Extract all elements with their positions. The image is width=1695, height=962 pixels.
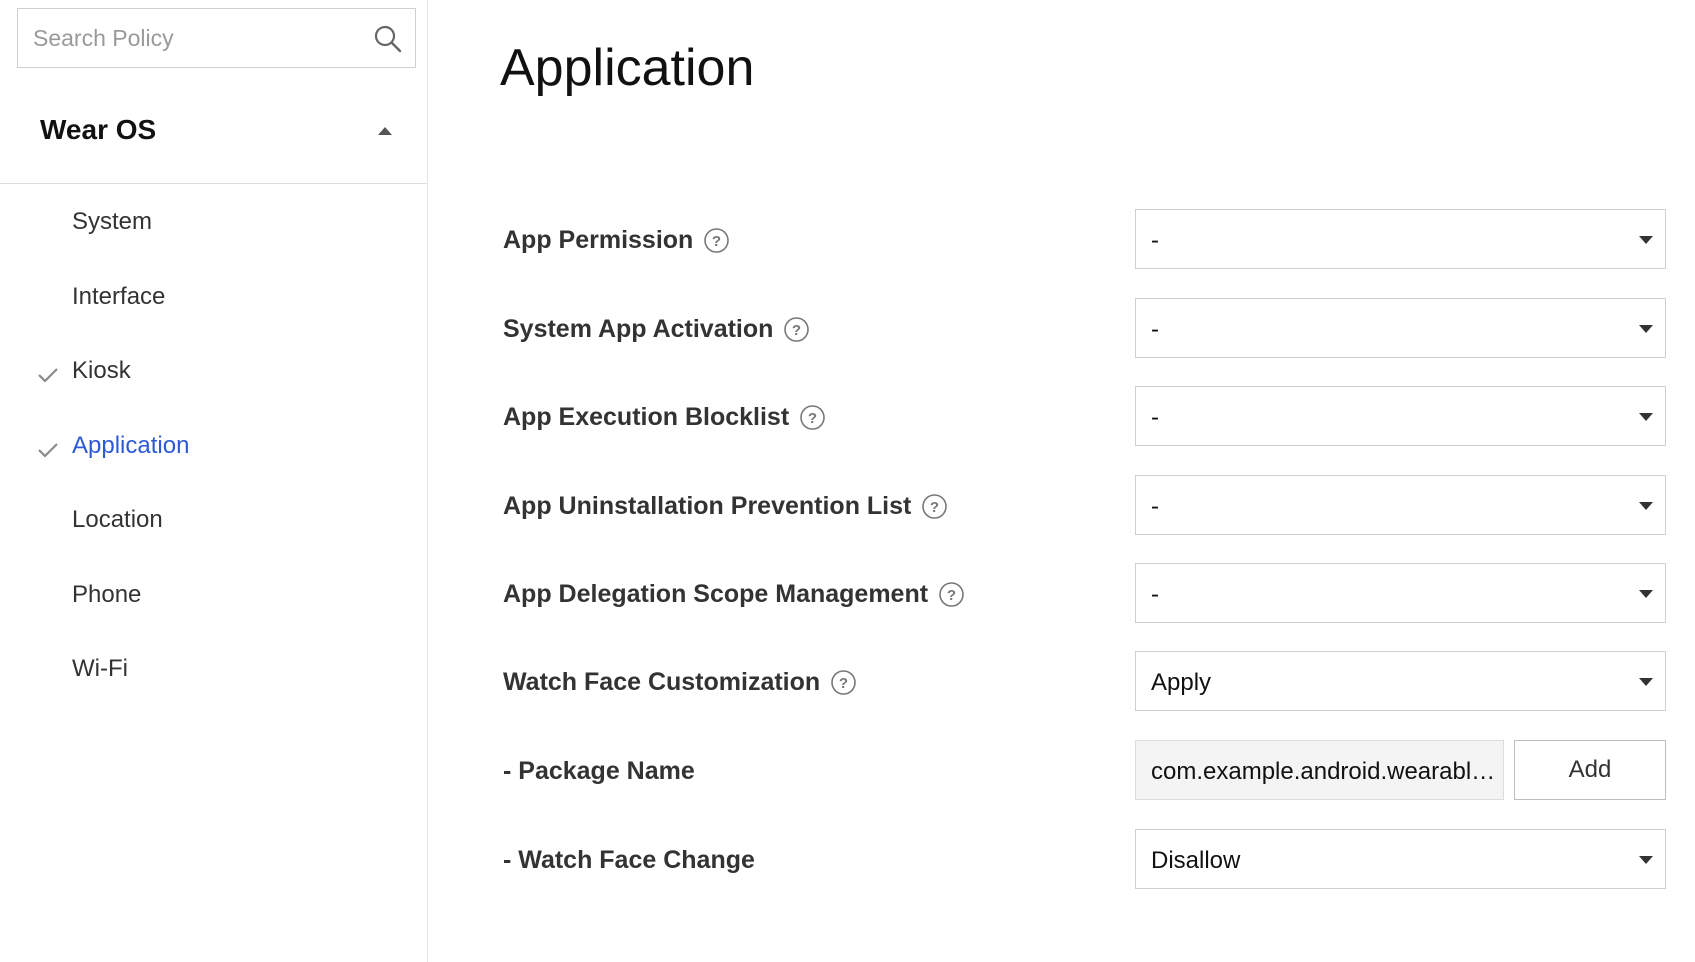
select-value: - [1151, 316, 1159, 343]
policy-row-watch-face-change: - Watch Face Change Disallow [429, 829, 1695, 891]
select-value: Disallow [1151, 847, 1241, 874]
policy-label: App Execution Blocklist ? [503, 386, 826, 448]
policy-label: - Package Name [503, 740, 695, 802]
svg-text:?: ? [808, 410, 817, 427]
check-icon [38, 442, 58, 458]
add-button[interactable]: Add [1514, 740, 1666, 800]
sidebar-item-interface[interactable]: Interface [0, 265, 427, 340]
help-circle-icon[interactable]: ? [921, 493, 948, 520]
sidebar-item-kiosk[interactable]: Kiosk [0, 339, 427, 414]
svg-text:?: ? [947, 587, 956, 604]
package-name-value: com.example.android.wearable.watchface [1151, 758, 1496, 785]
search-icon[interactable] [373, 24, 403, 54]
select-value: - [1151, 493, 1159, 520]
policy-label-text: Watch Face Customization [503, 667, 821, 696]
sidebar-item-wifi[interactable]: Wi-Fi [0, 637, 427, 712]
help-circle-icon[interactable]: ? [938, 581, 965, 608]
select-value: - [1151, 227, 1159, 254]
section-header-wear-os[interactable]: Wear OS [0, 90, 427, 184]
app-delegation-scope-management-select[interactable]: - [1135, 563, 1666, 623]
sidebar-item-label: Application [72, 431, 190, 459]
policy-row-system-app-activation: System App Activation ? - [429, 298, 1695, 360]
check-icon [38, 368, 58, 383]
sidebar-item-label: Wi-Fi [72, 655, 128, 682]
section-title: Wear OS [40, 114, 157, 145]
caret-down-icon [1639, 325, 1653, 333]
caret-down-icon [1639, 236, 1653, 244]
select-value: - [1151, 404, 1159, 431]
system-app-activation-select[interactable]: - [1135, 298, 1666, 358]
help-circle-icon[interactable]: ? [799, 404, 826, 431]
caret-down-icon [1639, 413, 1653, 421]
caret-down-icon [1639, 590, 1653, 598]
main-content: Application App Permission ? - System Ap… [429, 0, 1695, 962]
svg-text:?: ? [712, 233, 721, 250]
watch-face-change-select[interactable]: Disallow [1135, 829, 1666, 889]
policy-label: System App Activation ? [503, 298, 810, 360]
policy-label-text: App Delegation Scope Management [503, 579, 929, 608]
policy-label: - Watch Face Change [503, 829, 755, 891]
svg-text:?: ? [930, 499, 939, 516]
policy-label-text: App Uninstallation Prevention List [503, 491, 912, 520]
svg-text:?: ? [839, 675, 848, 692]
policy-row-package-name: - Package Name com.example.android.weara… [429, 740, 1695, 802]
policy-label: App Delegation Scope Management ? [503, 563, 965, 625]
policy-label-text: System App Activation [503, 314, 774, 343]
policy-row-app-uninstallation-prevention-list: App Uninstallation Prevention List ? - [429, 475, 1695, 537]
policy-label-text: - Watch Face Change [503, 845, 755, 874]
policy-label: Watch Face Customization ? [503, 651, 857, 713]
policy-row-app-permission: App Permission ? - [429, 209, 1695, 271]
policy-label: App Uninstallation Prevention List ? [503, 475, 948, 537]
policy-row-app-execution-blocklist: App Execution Blocklist ? - [429, 386, 1695, 448]
sidebar-item-label: Location [72, 506, 163, 533]
app-execution-blocklist-select[interactable]: - [1135, 386, 1666, 446]
select-value: Apply [1151, 669, 1212, 696]
sidebar-item-label: Phone [72, 580, 142, 608]
policy-label: App Permission ? [503, 209, 730, 271]
search-input[interactable] [18, 9, 358, 67]
caret-down-icon [1639, 502, 1653, 510]
sidebar-nav: System Interface Kiosk Application Locat… [0, 190, 427, 712]
sidebar-item-application[interactable]: Application [0, 414, 427, 489]
search-box [17, 8, 416, 68]
caret-down-icon [1639, 678, 1653, 686]
policy-label-text: App Execution Blocklist [503, 402, 790, 431]
help-circle-icon[interactable]: ? [783, 316, 810, 343]
sidebar-item-system[interactable]: System [0, 190, 427, 265]
app-uninstallation-prevention-list-select[interactable]: - [1135, 475, 1666, 535]
policy-label-text: App Permission [503, 225, 694, 254]
page-title: Application [500, 39, 755, 97]
sidebar-item-label: Interface [72, 282, 166, 310]
sidebar-item-label: Kiosk [72, 357, 131, 384]
caret-down-icon [1639, 856, 1653, 864]
svg-text:?: ? [792, 322, 801, 339]
sidebar-item-phone[interactable]: Phone [0, 563, 427, 638]
caret-up-icon[interactable] [378, 127, 392, 135]
package-name-field[interactable]: com.example.android.wearable.watchface [1135, 740, 1504, 800]
sidebar-item-location[interactable]: Location [0, 488, 427, 563]
policy-row-watch-face-customization: Watch Face Customization ? Apply [429, 651, 1695, 713]
select-value: - [1151, 581, 1159, 608]
app-permission-select[interactable]: - [1135, 209, 1666, 269]
watch-face-customization-select[interactable]: Apply [1135, 651, 1666, 711]
policy-label-text: - Package Name [503, 756, 695, 785]
help-circle-icon[interactable]: ? [703, 227, 730, 254]
help-circle-icon[interactable]: ? [830, 669, 857, 696]
sidebar: Wear OS System Interface Kiosk Applicati… [0, 0, 428, 962]
policy-row-app-delegation-scope-management: App Delegation Scope Management ? - [429, 563, 1695, 625]
sidebar-item-label: System [72, 208, 153, 235]
